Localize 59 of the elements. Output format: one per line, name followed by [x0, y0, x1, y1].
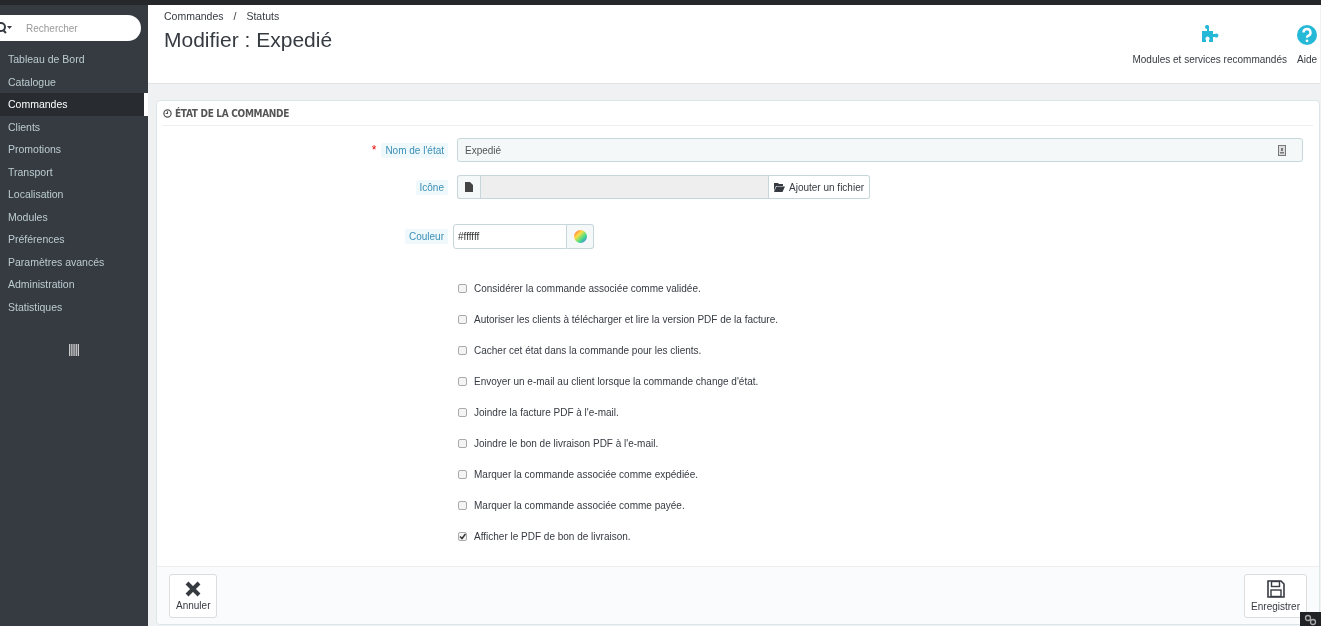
checkbox-label: Cacher cet état dans la commande pour les clients.	[474, 345, 702, 356]
modules-link[interactable]: Modules et services recommandés	[1132, 25, 1287, 83]
panel-title: ÉTAT DE LA COMMANDE	[175, 107, 290, 119]
file-icon	[465, 182, 473, 192]
checkbox[interactable]	[458, 470, 467, 479]
checkbox[interactable]	[458, 532, 467, 541]
checkbox-label: Marquer la commande associée comme payée.	[474, 500, 685, 511]
checkbox-label: Joindre le bon de livraison PDF à l'e-mail.	[474, 438, 659, 449]
sidebar-item[interactable]: Modules	[0, 205, 148, 228]
checkbox-label: Afficher le PDF de bon de livraison.	[474, 531, 631, 542]
color-picker-button[interactable]	[567, 224, 594, 249]
breadcrumb-separator: /	[233, 10, 237, 22]
checkbox[interactable]	[458, 501, 467, 510]
breadcrumb-link[interactable]: Statuts	[246, 10, 280, 22]
sidebar-item[interactable]: Statistiques	[0, 295, 148, 318]
checkbox-label: Envoyer un e-mail au client lorsque la commande change d'état.	[474, 376, 759, 387]
save-icon	[1266, 579, 1285, 598]
page-title: Modifier : Expedié	[164, 28, 333, 52]
sidebar-item[interactable]: Transport	[0, 160, 148, 183]
collapse-icon[interactable]	[69, 344, 79, 356]
field-label: Nom de l'état	[381, 142, 448, 158]
field-label: Couleur	[404, 229, 448, 244]
file-field[interactable]	[480, 175, 769, 199]
close-icon	[185, 580, 202, 597]
sidebar-item[interactable]: Tableau de Bord	[0, 48, 148, 71]
checkbox-label: Considérer la commande associée comme validée.	[474, 283, 701, 294]
sidebar-item[interactable]: Paramètres avancés	[0, 250, 148, 273]
checkbox[interactable]	[458, 315, 467, 324]
color-field[interactable]: #ffffff	[453, 224, 567, 249]
checkbox[interactable]	[458, 439, 467, 448]
search-icon[interactable]	[0, 22, 13, 34]
add-file-button[interactable]: Ajouter un fichier	[769, 175, 871, 199]
breadcrumb-link[interactable]: Commandes	[164, 10, 224, 22]
sidebar-item[interactable]: Commandes	[0, 93, 148, 116]
required-mark: *	[371, 143, 377, 157]
clock-icon	[163, 108, 172, 118]
search-field[interactable]: Rechercher	[0, 15, 141, 41]
cancel-button[interactable]: Annuler	[169, 573, 218, 618]
sidebar-item[interactable]: Clients	[0, 115, 148, 138]
puzzle-piece-icon	[1199, 25, 1220, 45]
help-icon	[1297, 25, 1317, 45]
sidebar-item[interactable]: Localisation	[0, 183, 148, 206]
folder-icon	[774, 182, 785, 192]
sidebar-item[interactable]: Administration	[0, 273, 148, 296]
checkbox[interactable]	[458, 408, 467, 417]
name-field[interactable]: Expedié	[457, 138, 1303, 162]
sidebar-item[interactable]: Promotions	[0, 138, 148, 161]
field-label: Icône	[415, 179, 448, 195]
help-link[interactable]: Aide	[1297, 25, 1317, 83]
checkbox[interactable]	[458, 377, 467, 386]
checkbox-label: Joindre la facture PDF à l'e-mail.	[474, 407, 619, 418]
sidebar-item[interactable]: Catalogue	[0, 70, 148, 93]
checkbox[interactable]	[458, 284, 467, 293]
checkbox[interactable]	[458, 346, 467, 355]
sidebar-item[interactable]: Préférences	[0, 228, 148, 251]
checkbox-label: Autoriser les clients à télécharger et lire la version PDF de la facture.	[474, 314, 779, 325]
save-button[interactable]: Enregistrer	[1244, 573, 1307, 618]
color-wheel-icon	[573, 230, 587, 243]
checkbox-label: Marquer la commande associée comme expédiée.	[474, 469, 698, 480]
